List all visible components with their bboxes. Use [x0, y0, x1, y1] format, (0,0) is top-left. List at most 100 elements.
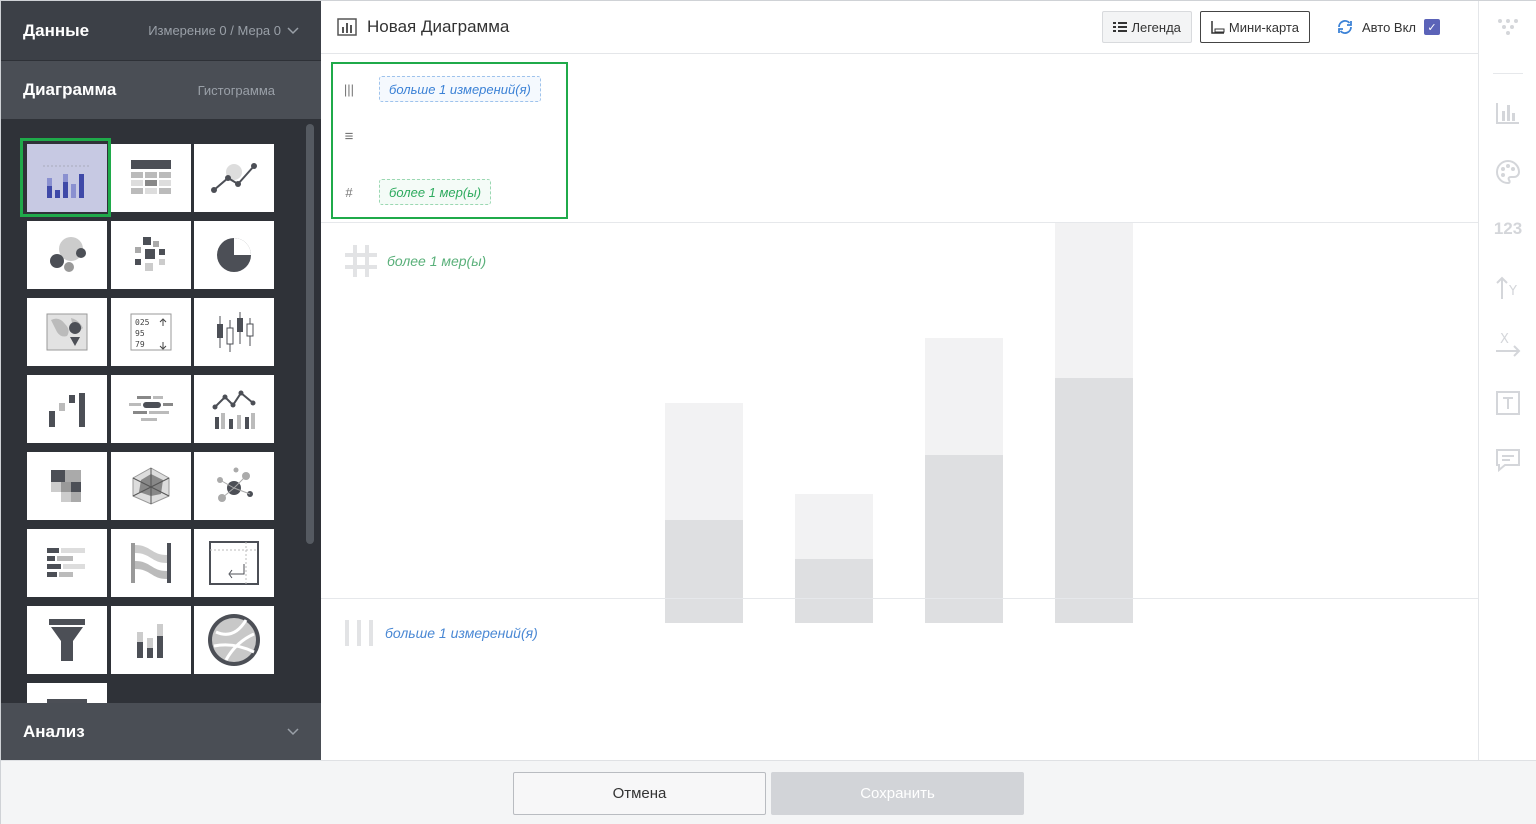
- columns-shelf[interactable]: ||| больше 1 измерений(я): [341, 76, 541, 102]
- chart-editor: Данные Измерение 0 / Мера 0 Диаграмма Ги…: [0, 0, 1536, 824]
- chart-type-line[interactable]: [194, 144, 274, 212]
- axis-divider: [321, 598, 1478, 599]
- free-layout-icon: [209, 541, 259, 585]
- right-toolbar: 123 Y X: [1478, 1, 1536, 760]
- chart-type-heatmap[interactable]: [111, 221, 191, 289]
- minimap-button[interactable]: Мини-карта: [1199, 11, 1310, 43]
- left-panel: Данные Измерение 0 / Мера 0 Диаграмма Ги…: [1, 1, 321, 760]
- chevron-down-icon: [287, 727, 299, 735]
- x-axis-icon: X: [1496, 332, 1521, 357]
- chart-type-combo[interactable]: [194, 375, 274, 443]
- data-section-header[interactable]: Данные Измерение 0 / Мера 0: [1, 1, 321, 61]
- chart-type-free-layout[interactable]: [194, 529, 274, 597]
- auto-refresh-checkbox[interactable]: ✓: [1424, 19, 1440, 35]
- chart-type-radar[interactable]: [111, 452, 191, 520]
- chart-type-stacked-bar[interactable]: [111, 606, 191, 674]
- shelf-panel: ||| больше 1 измерений(я) ≡ # более 1 ме…: [331, 62, 568, 219]
- chart-type-kpi[interactable]: 025 95 79: [111, 298, 191, 366]
- chart-type-more[interactable]: [27, 683, 107, 703]
- minimap-icon: [1211, 21, 1225, 34]
- svg-text:95: 95: [135, 329, 145, 338]
- chart-toolbar-button[interactable]: [1479, 101, 1536, 125]
- chart-type-chord[interactable]: [194, 606, 274, 674]
- bar-chart-icon: [337, 18, 357, 36]
- legend-button[interactable]: Легенда: [1102, 11, 1192, 43]
- svg-text:79: 79: [135, 340, 145, 349]
- combo-chart-icon: [212, 390, 256, 429]
- chart-title[interactable]: Новая Диаграмма: [367, 17, 509, 37]
- legend-label: Легенда: [1131, 19, 1181, 35]
- chart-type-waterfall[interactable]: [27, 375, 107, 443]
- stacked-bar-icon: [137, 624, 163, 658]
- rows-shelf[interactable]: ≡: [341, 128, 357, 145]
- chart-type-word-cloud[interactable]: [111, 375, 191, 443]
- pie-chart-icon: [217, 238, 251, 272]
- chart-type-map[interactable]: [27, 298, 107, 366]
- y-axis-icon: Y: [1496, 276, 1517, 299]
- selected-chart-highlight: [20, 138, 111, 217]
- style-toolbar-button[interactable]: [1479, 159, 1536, 185]
- dimension-drop-zone[interactable]: больше 1 измерений(я): [379, 76, 541, 102]
- y-axis-toolbar-button[interactable]: Y: [1479, 275, 1536, 301]
- placeholder-bar: [795, 494, 873, 559]
- hash-icon: [345, 245, 377, 277]
- svg-text:025: 025: [135, 318, 150, 327]
- chart-type-pie[interactable]: [194, 221, 274, 289]
- chart-section-title: Диаграмма: [23, 80, 117, 99]
- placeholder-bar: [795, 559, 873, 623]
- chart-type-funnel[interactable]: [27, 606, 107, 674]
- gallery-scrollbar[interactable]: [306, 124, 314, 544]
- chart-type-table[interactable]: [111, 144, 191, 212]
- svg-text:X: X: [1500, 332, 1509, 347]
- chevron-down-icon: [287, 26, 299, 34]
- x-axis-placeholder: больше 1 измерений(я): [343, 618, 538, 648]
- text-toolbar-button[interactable]: [1479, 390, 1536, 416]
- x-axis-placeholder-label: больше 1 измерений(я): [385, 625, 538, 641]
- x-axis-toolbar-button[interactable]: X: [1479, 331, 1536, 357]
- analysis-section-header[interactable]: Анализ: [1, 703, 321, 760]
- cancel-button[interactable]: Отмена: [513, 772, 766, 815]
- columns-icon: |||: [343, 81, 355, 97]
- chart-type-bar-horizontal[interactable]: [27, 529, 107, 597]
- funnel-icon: [49, 619, 85, 661]
- columns-icon: [345, 620, 373, 646]
- kpi-number-icon: 025 95 79: [130, 313, 172, 351]
- measures-shelf[interactable]: # более 1 мер(ы): [341, 179, 492, 205]
- chart-type-name: Гистограмма: [197, 82, 275, 98]
- chart-section-header[interactable]: Диаграмма Гистограмма: [1, 61, 321, 119]
- horizontal-bar-icon: [47, 548, 85, 577]
- bubble-chart-icon: [50, 237, 86, 272]
- number-format-button[interactable]: 123: [1479, 219, 1536, 239]
- radar-icon: [132, 467, 170, 505]
- chart-type-gallery: 025 95 79: [1, 119, 321, 703]
- placeholder-bar: [665, 403, 743, 520]
- filter-toolbar-button[interactable]: [1479, 17, 1536, 37]
- measure-drop-zone[interactable]: более 1 мер(ы): [379, 179, 492, 205]
- legend-icon: [1113, 22, 1128, 32]
- chord-diagram-icon: [208, 614, 260, 666]
- y-axis-placeholder-label: более 1 мер(ы): [387, 253, 487, 269]
- word-cloud-icon: [129, 396, 173, 421]
- table-icon: [131, 160, 171, 194]
- minimap-label: Мини-карта: [1228, 19, 1299, 35]
- auto-refresh-toggle[interactable]: Авто Вкл ✓: [1336, 19, 1440, 35]
- auto-refresh-label: Авто Вкл: [1361, 19, 1416, 35]
- data-section-title: Данные: [23, 20, 90, 40]
- sankey-icon: [131, 543, 171, 583]
- chart-header: Новая Диаграмма Легенда Мини-карта Авто …: [321, 1, 1478, 54]
- text-box-icon: [1496, 391, 1520, 415]
- comment-toolbar-button[interactable]: [1479, 447, 1536, 473]
- chart-type-bubble[interactable]: [27, 221, 107, 289]
- chart-type-treemap[interactable]: [27, 452, 107, 520]
- heatmap-icon: [135, 237, 165, 271]
- placeholder-bar: [665, 520, 743, 623]
- chart-type-candlestick[interactable]: [194, 298, 274, 366]
- rows-icon: ≡: [344, 128, 354, 145]
- palette-icon: [1496, 159, 1521, 185]
- chart-type-sankey[interactable]: [111, 529, 191, 597]
- chart-placeholder: более 1 мер(ы) больше 1 измерений(я): [321, 223, 1478, 760]
- toolbar-divider: [1493, 73, 1523, 74]
- save-button[interactable]: Сохранить: [771, 772, 1024, 815]
- treemap-icon: [51, 470, 81, 502]
- chart-type-network[interactable]: [194, 452, 274, 520]
